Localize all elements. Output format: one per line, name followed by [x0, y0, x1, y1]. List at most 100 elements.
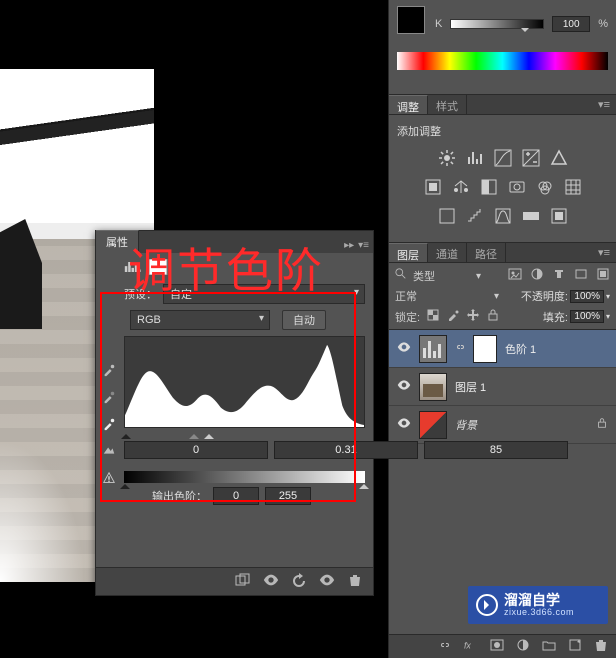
lock-all-icon[interactable]	[486, 308, 500, 325]
input-black-handle[interactable]	[121, 429, 131, 439]
clip-icon[interactable]	[235, 573, 251, 590]
output-white-field[interactable]	[265, 487, 311, 505]
output-black-handle[interactable]	[120, 479, 130, 489]
input-white-field[interactable]	[424, 441, 568, 459]
layer-mask-thumb[interactable]	[473, 335, 497, 363]
lock-trans-icon[interactable]	[426, 308, 440, 325]
layer-lock-icon[interactable]	[596, 417, 608, 432]
input-slider-track[interactable]	[124, 427, 365, 439]
tab-paths[interactable]: 路径	[467, 243, 506, 262]
opacity-field[interactable]	[570, 290, 604, 303]
white-eyedropper-icon[interactable]	[102, 417, 116, 434]
levels-adj-icon[interactable]	[466, 149, 484, 170]
layer-row-bg[interactable]: 背景	[389, 406, 616, 444]
layer-thumb-levels[interactable]	[419, 335, 447, 363]
group-icon[interactable]	[542, 638, 556, 655]
layer-thumb-image[interactable]	[419, 373, 447, 401]
channel-select[interactable]: RGB	[130, 310, 270, 330]
curves-icon[interactable]	[494, 149, 512, 170]
filter-kind-select[interactable]: 类型	[413, 268, 487, 284]
lock-move-icon[interactable]	[466, 308, 480, 325]
threshold-icon[interactable]	[494, 207, 512, 228]
filter-adjust-icon[interactable]	[530, 267, 544, 284]
layer-name[interactable]: 图层 1	[455, 379, 486, 395]
filter-smart-icon[interactable]	[596, 267, 610, 284]
view-previous-icon[interactable]	[263, 573, 279, 590]
brightness-icon[interactable]	[438, 149, 456, 170]
auto-button[interactable]: 自动	[282, 310, 326, 330]
adjust-panel-menu-icon[interactable]: ▾≡	[592, 95, 616, 114]
delete-layer-icon[interactable]	[594, 638, 608, 655]
input-gamma-field[interactable]	[274, 441, 418, 459]
fx-icon[interactable]: fx	[464, 638, 478, 655]
svg-text:fx: fx	[464, 641, 471, 651]
warning-icon	[102, 471, 116, 488]
filter-search-icon[interactable]	[395, 268, 407, 283]
link-layers-icon[interactable]	[438, 638, 452, 655]
invert-icon[interactable]	[438, 207, 456, 228]
filter-type-icon[interactable]	[552, 267, 566, 284]
foreground-swatch[interactable]	[397, 6, 425, 34]
preset-select[interactable]: 自定	[163, 284, 365, 304]
properties-tab[interactable]: 属性	[96, 230, 139, 253]
layers-panel-menu-icon[interactable]: ▾≡	[592, 243, 616, 262]
selectivecolor-icon[interactable]	[550, 207, 568, 228]
gray-eyedropper-icon[interactable]	[102, 390, 116, 407]
properties-panel: 属性 ▸▸ ▾≡ 预设： 自定 RGB 自动	[95, 230, 374, 596]
tab-adjustments[interactable]: 调整	[389, 95, 428, 114]
sample-icon[interactable]	[102, 444, 116, 461]
exposure-icon[interactable]	[522, 149, 540, 170]
new-layer-icon[interactable]	[568, 638, 582, 655]
output-black-field[interactable]	[213, 487, 259, 505]
gradientmap-icon[interactable]	[522, 207, 540, 228]
photofilter-icon[interactable]	[508, 178, 526, 199]
filter-shape-icon[interactable]	[574, 267, 588, 284]
reset-icon[interactable]	[291, 573, 307, 590]
vibrance-icon[interactable]	[550, 149, 568, 170]
k-value[interactable]	[552, 16, 590, 32]
input-gamma-handle[interactable]	[189, 429, 199, 439]
layer-thumb-bg[interactable]	[419, 411, 447, 439]
hue-icon[interactable]	[424, 178, 442, 199]
visibility-toggle[interactable]	[397, 341, 411, 356]
visibility-toggle[interactable]	[397, 379, 411, 394]
channelmixer-icon[interactable]	[536, 178, 554, 199]
black-eyedropper-icon[interactable]	[102, 363, 116, 380]
fill-field[interactable]	[570, 310, 604, 323]
layer-name[interactable]: 背景	[455, 417, 477, 433]
output-white-handle[interactable]	[359, 479, 369, 489]
panel-menu-icon[interactable]: ▾≡	[358, 240, 369, 251]
mask-thumb-icon[interactable]	[148, 259, 168, 278]
percent-label: %	[598, 18, 608, 30]
blend-mode-select[interactable]: 正常	[395, 288, 505, 304]
tab-layers[interactable]: 图层	[389, 243, 428, 262]
posterize-icon[interactable]	[466, 207, 484, 228]
visibility-icon[interactable]	[319, 573, 335, 590]
histogram	[124, 336, 365, 428]
adjustment-layer-icon[interactable]	[516, 638, 530, 655]
layer-name[interactable]: 色阶 1	[505, 341, 536, 357]
layer-row-levels[interactable]: 色阶 1	[389, 330, 616, 368]
watermark: 溜溜自学 zixue.3d66.com	[468, 586, 608, 624]
input-black-field[interactable]	[124, 441, 268, 459]
filter-image-icon[interactable]	[508, 267, 522, 284]
background-swatch[interactable]	[404, 13, 432, 41]
tab-styles[interactable]: 样式	[428, 95, 467, 114]
panel-collapse-icon[interactable]: ▸▸	[344, 240, 354, 251]
tab-channels[interactable]: 通道	[428, 243, 467, 262]
output-gradient[interactable]	[124, 471, 365, 483]
visibility-toggle[interactable]	[397, 417, 411, 432]
layer-row-1[interactable]: 图层 1	[389, 368, 616, 406]
bw-icon[interactable]	[480, 178, 498, 199]
levels-icon	[124, 259, 144, 278]
mask-icon[interactable]	[490, 638, 504, 655]
input-white-handle[interactable]	[204, 429, 214, 439]
lock-paint-icon[interactable]	[446, 308, 460, 325]
trash-icon[interactable]	[347, 573, 363, 590]
spectrum-bar[interactable]	[397, 52, 608, 70]
k-slider[interactable]	[450, 19, 544, 29]
output-label: 输出色阶：	[152, 488, 207, 504]
colorlookup-icon[interactable]	[564, 178, 582, 199]
colorbalance-icon[interactable]	[452, 178, 470, 199]
adjustments-label: 添加调整	[397, 123, 608, 139]
